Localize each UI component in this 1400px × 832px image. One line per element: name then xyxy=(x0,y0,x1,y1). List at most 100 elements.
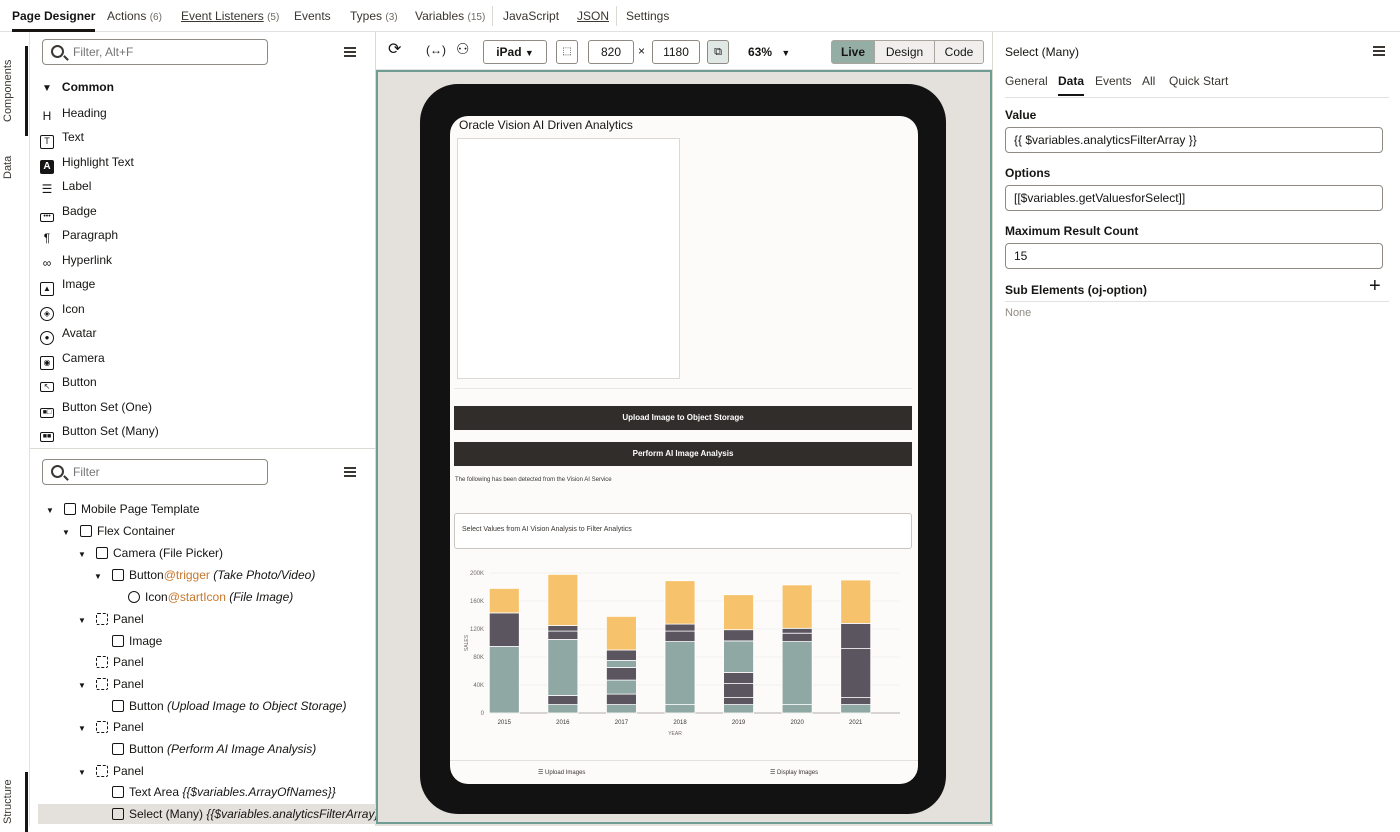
bar-segment xyxy=(488,612,520,647)
left-panel: ▼Common HHeading TText AHighlight Text ☰… xyxy=(30,32,382,826)
tab-variables[interactable]: Variables (15) xyxy=(415,0,485,32)
designer-toolbar: ⟳ (↔) ⚇ iPad ▼ ⬚ 820 × 1180 ⧉ 63% ▼ Live… xyxy=(376,32,992,70)
prop-tab-data[interactable]: Data xyxy=(1058,74,1085,96)
tree-button-trigger[interactable]: ▼ Button@trigger (Take Photo/Video) xyxy=(94,565,315,585)
device-select[interactable]: iPad ▼ xyxy=(483,40,547,64)
sub-elements-label: Sub Elements (oj-option) xyxy=(1005,283,1147,297)
tab-settings[interactable]: Settings xyxy=(626,0,669,32)
zoom-select[interactable]: 63% ▼ xyxy=(748,45,790,59)
bar-segment xyxy=(723,640,754,673)
structure-menu-icon[interactable] xyxy=(344,467,356,477)
nav-upload-images[interactable]: ☰ Upload Images xyxy=(538,769,585,776)
components-group-common[interactable]: ▼ Common xyxy=(42,80,114,94)
component-text[interactable]: T Text xyxy=(40,127,84,149)
avatar-icon: ● xyxy=(40,331,54,345)
tree-button-analyze[interactable]: Button (Perform AI Image Analysis) xyxy=(112,739,316,759)
properties-menu-icon[interactable] xyxy=(1373,46,1385,56)
tab-event-listeners[interactable]: Event Listeners (5) xyxy=(181,0,279,32)
tree-flex-container[interactable]: ▼ Flex Container xyxy=(62,521,175,541)
components-search-input[interactable] xyxy=(73,44,253,60)
options-input[interactable]: [[$variables.getValuesforSelect]] xyxy=(1005,185,1383,211)
fit-screen-icon[interactable]: ⧉ xyxy=(707,40,729,64)
collapse-icon: ▼ xyxy=(78,768,86,777)
component-label[interactable]: ☰ Label xyxy=(40,176,92,196)
tree-panel[interactable]: ▼ Panel xyxy=(78,717,144,737)
mode-design-button[interactable]: Design xyxy=(874,40,935,64)
bar-segment xyxy=(606,704,637,714)
tree-button-upload[interactable]: Button (Upload Image to Object Storage) xyxy=(112,696,346,716)
filter-select[interactable]: Select Values from AI Vision Analysis to… xyxy=(454,513,912,549)
orientation-icon[interactable]: ⬚ xyxy=(556,40,578,64)
y-tick-label: 80K xyxy=(473,655,484,661)
tree-panel[interactable]: ▼ Panel xyxy=(78,761,144,781)
x-tick-label: 2018 xyxy=(673,720,687,726)
mode-code-button[interactable]: Code xyxy=(934,40,984,64)
side-tab-strip: Components Data Structure xyxy=(0,32,30,832)
bar-segment xyxy=(664,641,696,705)
component-hyperlink[interactable]: ∞ Hyperlink xyxy=(40,250,112,270)
component-button-set-many[interactable]: ■■ Button Set (Many) xyxy=(40,421,159,442)
prop-tab-quick-start[interactable]: Quick Start xyxy=(1169,74,1228,88)
nav-display-images[interactable]: ☰ Display Images xyxy=(770,769,818,776)
bar-segment xyxy=(781,584,813,629)
structure-search[interactable] xyxy=(42,459,268,485)
tree-panel[interactable]: ▼ Panel xyxy=(78,609,144,629)
list-icon: ☰ xyxy=(538,770,546,776)
side-tab-components[interactable]: Components xyxy=(2,46,28,136)
tab-page-designer[interactable]: Page Designer xyxy=(12,0,96,32)
perform-analysis-button[interactable]: Perform AI Image Analysis xyxy=(454,442,912,466)
bar-segment xyxy=(547,695,579,706)
tree-select-many[interactable]: Select (Many) {{$variables.analyticsFilt… xyxy=(38,804,382,824)
y-tick-label: 0 xyxy=(481,711,485,717)
panel-icon xyxy=(96,613,108,625)
panel-icon xyxy=(96,721,108,733)
component-heading[interactable]: H Heading xyxy=(40,103,107,123)
components-menu-icon[interactable] xyxy=(344,47,356,57)
component-button[interactable]: ↖ Button xyxy=(40,372,97,392)
icon-component-icon xyxy=(128,591,140,603)
component-camera[interactable]: ◉ Camera xyxy=(40,348,105,370)
tree-icon-starticon[interactable]: Icon@startIcon (File Image) xyxy=(128,587,293,607)
variables-icon[interactable]: (↔) xyxy=(426,43,446,57)
side-tab-structure[interactable]: Structure xyxy=(2,772,28,832)
image-icon: ▲ xyxy=(40,282,54,296)
tree-image[interactable]: Image xyxy=(112,631,162,651)
tab-javascript[interactable]: JavaScript xyxy=(503,0,559,32)
tab-types[interactable]: Types (3) xyxy=(350,0,398,32)
tree-camera[interactable]: ▼ Camera (File Picker) xyxy=(78,543,223,563)
component-image[interactable]: ▲ Image xyxy=(40,274,95,296)
upload-image-button[interactable]: Upload Image to Object Storage xyxy=(454,406,912,430)
width-input[interactable]: 820 xyxy=(588,40,634,64)
tab-actions[interactable]: Actions (6) xyxy=(107,0,162,32)
components-search[interactable] xyxy=(42,39,268,65)
mode-live-button[interactable]: Live xyxy=(831,40,875,64)
component-badge[interactable]: ••• Badge xyxy=(40,201,97,222)
bar-segment xyxy=(781,627,813,634)
bar-segment xyxy=(723,672,754,685)
component-avatar[interactable]: ● Avatar xyxy=(40,323,96,345)
tree-panel[interactable]: ▼ Panel xyxy=(78,674,144,694)
prop-tab-general[interactable]: General xyxy=(1005,74,1048,88)
prop-tab-all[interactable]: All xyxy=(1142,74,1155,88)
component-highlight-text[interactable]: A Highlight Text xyxy=(40,152,134,174)
tree-text-area[interactable]: Text Area {{$variables.ArrayOfNames}} xyxy=(112,782,336,802)
add-icon[interactable]: + xyxy=(1369,276,1381,296)
height-input[interactable]: 1180 xyxy=(652,40,700,64)
component-paragraph[interactable]: ¶ Paragraph xyxy=(40,225,118,245)
y-tick-label: 40K xyxy=(473,683,484,689)
component-icon[interactable]: ◈ Icon xyxy=(40,299,85,321)
tree-panel[interactable]: Panel xyxy=(96,652,144,672)
refresh-icon[interactable]: ⟳ xyxy=(388,42,401,58)
camera-icon xyxy=(96,547,108,559)
value-input[interactable]: {{ $variables.analyticsFilterArray }} xyxy=(1005,127,1383,153)
user-icon[interactable]: ⚇ xyxy=(456,40,469,58)
component-button-set-one[interactable]: ■□ Button Set (One) xyxy=(40,397,152,418)
structure-search-input[interactable] xyxy=(73,464,253,480)
max-result-input[interactable]: 15 xyxy=(1005,243,1383,269)
prop-tab-events[interactable]: Events xyxy=(1095,74,1132,88)
tab-json[interactable]: JSON xyxy=(577,0,609,32)
tab-events[interactable]: Events xyxy=(294,0,331,32)
side-tab-data[interactable]: Data xyxy=(2,142,28,192)
button-icon xyxy=(112,700,124,712)
tree-mobile-page-template[interactable]: ▼ Mobile Page Template xyxy=(46,499,200,519)
